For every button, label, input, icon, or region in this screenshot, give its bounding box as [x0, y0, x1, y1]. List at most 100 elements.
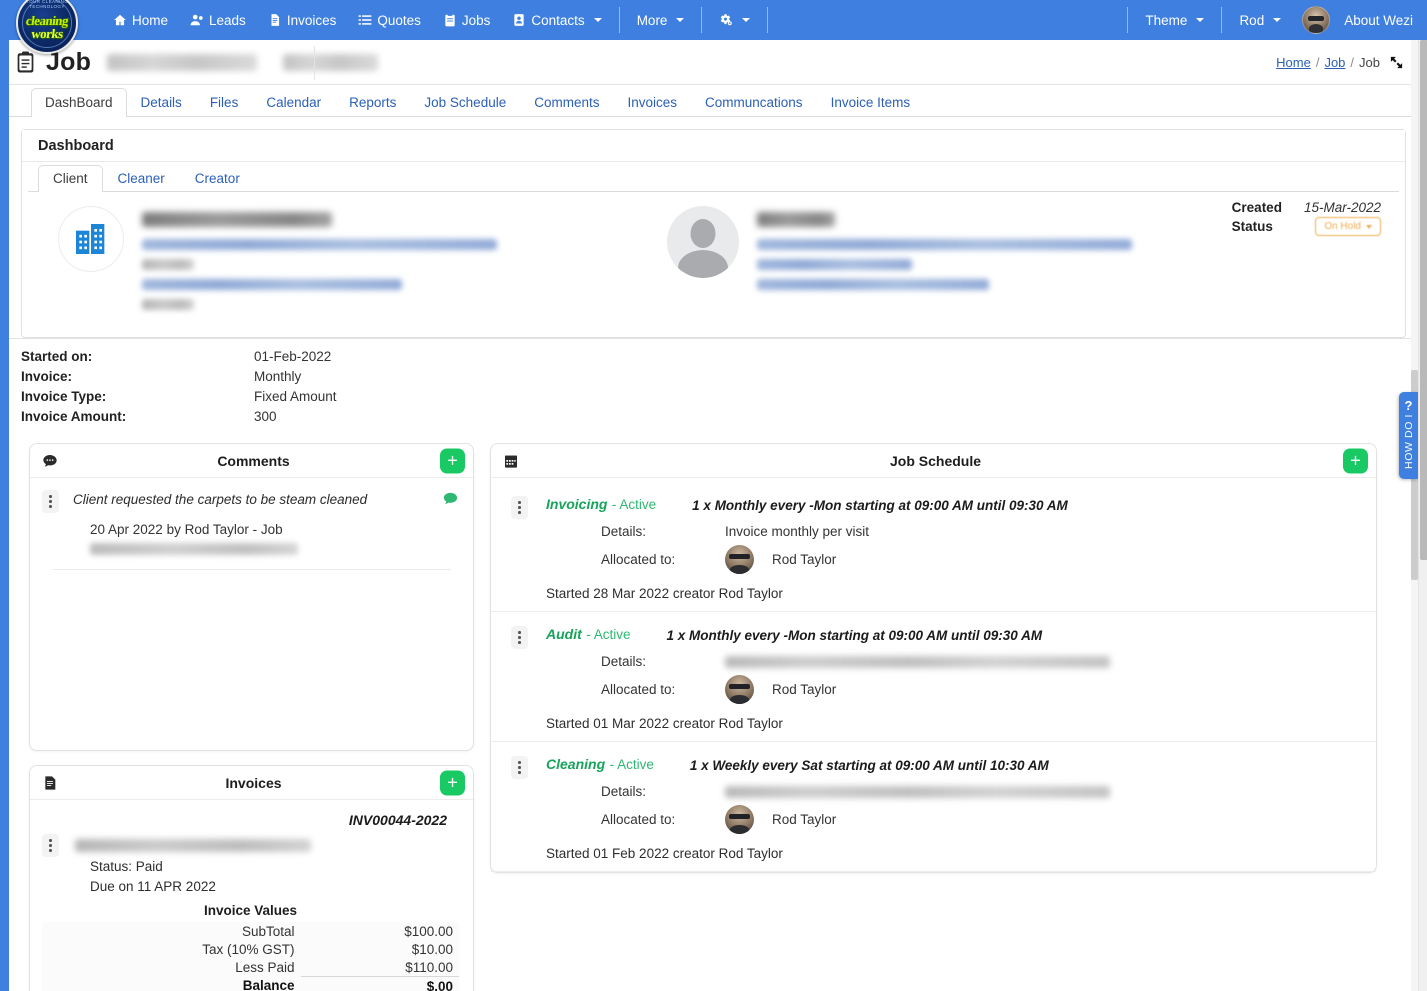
breadcrumb-job[interactable]: Job [1324, 55, 1345, 70]
comment-meta: 20 Apr 2022 by Rod Taylor - Job [90, 522, 283, 537]
schedule-type[interactable]: Cleaning [546, 756, 605, 772]
top-navigation-bar: YOUR CLEANING TECHNOLOGY cleaning works … [0, 0, 1427, 54]
home-icon [113, 13, 127, 27]
allocated-value: Rod Taylor [725, 545, 1356, 574]
schedule-header: Invoicing - Active 1 x Monthly every -Mo… [546, 496, 1356, 514]
theme-label: Theme [1145, 12, 1188, 28]
created-label: Created [1231, 200, 1282, 215]
client-email-redacted [142, 279, 402, 290]
tab-files[interactable]: Files [196, 88, 253, 117]
subtab-creator[interactable]: Creator [180, 165, 255, 192]
schedule-row: Invoicing - Active 1 x Monthly every -Mo… [511, 496, 1356, 601]
tab-invoices[interactable]: Invoices [613, 88, 691, 117]
lower-panels: Comments + Client requested the carpets … [9, 437, 1418, 991]
details-label: Details: [601, 784, 647, 799]
avatar [725, 675, 754, 704]
table-row: Less Paid $110.00 [42, 958, 459, 977]
schedule-state: - Active [611, 497, 657, 512]
status-badge[interactable]: On Hold [1315, 217, 1381, 236]
about-link[interactable]: About Wezi [1340, 13, 1413, 28]
dashboard-panel: Dashboard Client Cleaner Creator Created… [21, 129, 1406, 338]
contact-card-icon [512, 13, 526, 27]
subtab-cleaner[interactable]: Cleaner [103, 165, 180, 192]
comment-bubble-icon [42, 453, 60, 469]
schedule-started: Started 28 Mar 2022 creator Rod Taylor [546, 586, 783, 601]
tab-job-schedule[interactable]: Job Schedule [410, 88, 520, 117]
list-icon [358, 13, 372, 27]
tab-reports[interactable]: Reports [335, 88, 410, 117]
breadcrumb-separator: / [1350, 54, 1355, 70]
invoice-status: Status: Paid [90, 859, 163, 874]
detail-label: Invoice: [21, 369, 73, 384]
page-subtitle-redacted [107, 53, 258, 71]
client-phone-redacted [142, 259, 194, 270]
nav-label: Leads [209, 12, 246, 28]
tab-communications[interactable]: Communcations [691, 88, 817, 117]
nav-item-quotes[interactable]: Quotes [347, 0, 432, 40]
schedule-main: Audit - Active 1 x Monthly every -Mon st… [546, 626, 1356, 731]
add-invoice-button[interactable]: + [440, 770, 465, 795]
dashboard-panel-title: Dashboard [22, 130, 1405, 162]
page-subtitle-redacted-2 [283, 53, 379, 71]
user-menu[interactable]: Rod [1228, 0, 1292, 40]
detail-row: Started on: 01-Feb-2022 [21, 347, 1418, 367]
schedule-actions-menu[interactable] [511, 756, 528, 779]
contact-email-redacted [757, 279, 989, 290]
nav-item-leads[interactable]: Leads [179, 0, 257, 40]
schedule-actions-menu[interactable] [511, 626, 528, 649]
person-avatar [667, 206, 739, 278]
detail-value: Fixed Amount [254, 389, 337, 404]
comment-actions-menu[interactable] [42, 490, 59, 513]
tab-invoice-items[interactable]: Invoice Items [817, 88, 925, 117]
nav-item-settings[interactable] [708, 0, 761, 40]
nav-item-contacts[interactable]: Contacts [501, 0, 612, 40]
nav-label: Jobs [461, 12, 491, 28]
job-schedule-card-header: Job Schedule + [491, 444, 1376, 478]
schedule-type[interactable]: Audit [546, 626, 582, 642]
tab-calendar[interactable]: Calendar [252, 88, 335, 117]
tab-comments[interactable]: Comments [520, 88, 613, 117]
expand-arrows-icon[interactable] [1385, 55, 1404, 70]
schedule-actions-menu[interactable] [511, 496, 528, 519]
building-icon [58, 206, 124, 272]
invoice-balance-label: Balance [242, 978, 295, 991]
entity-summary-row: Created 15-Mar-2022 Status On Hold [22, 192, 1405, 337]
tab-details[interactable]: Details [127, 88, 196, 117]
theme-menu[interactable]: Theme [1134, 0, 1215, 40]
invoices-card-header: Invoices + [30, 766, 473, 800]
schedule-fields: Details: Invoice monthly per visit Alloc… [546, 524, 1356, 574]
inner-scrollbar[interactable] [1411, 40, 1418, 991]
details-value-redacted [725, 655, 1110, 668]
invoice-due-date: Due on 11 APR 2022 [90, 879, 216, 894]
invoice-actions-menu[interactable] [42, 834, 59, 857]
add-schedule-button[interactable]: + [1343, 448, 1368, 473]
logo-word-2: works [30, 26, 64, 41]
page-scrollbar[interactable] [1418, 40, 1427, 991]
allocated-label: Allocated to: [601, 552, 676, 567]
header-divider [314, 46, 315, 80]
nav-item-invoices[interactable]: Invoices [257, 0, 348, 40]
comment-icon[interactable] [442, 490, 459, 512]
schedule-row: Audit - Active 1 x Monthly every -Mon st… [511, 626, 1356, 731]
invoice-values-title: Invoice Values [203, 903, 298, 918]
subtab-client[interactable]: Client [38, 165, 103, 192]
table-row: Tax (10% GST) $10.00 [42, 940, 459, 958]
how-do-i-help-tab[interactable]: ? HOW DO I [1399, 392, 1418, 479]
nav-item-home[interactable]: Home [102, 0, 179, 40]
nav-divider [1127, 7, 1129, 33]
breadcrumb-home[interactable]: Home [1276, 55, 1311, 70]
tab-dashboard[interactable]: DashBoard [31, 88, 127, 117]
add-comment-button[interactable]: + [440, 448, 465, 473]
client-name-redacted [142, 212, 332, 227]
nav-item-jobs[interactable]: Jobs [432, 0, 502, 40]
comment-text: Client requested the carpets to be steam… [73, 492, 368, 507]
schedule-type[interactable]: Invoicing [546, 496, 607, 512]
detail-value: Monthly [254, 369, 302, 384]
avatar[interactable] [1302, 6, 1331, 34]
details-label: Details: [601, 654, 647, 669]
page-scrollbar-thumb[interactable] [1420, 40, 1427, 560]
nav-item-more[interactable]: More [626, 0, 696, 40]
status-label: Status [1231, 219, 1273, 234]
comments-card: Comments + Client requested the carpets … [29, 443, 474, 751]
invoices-title: Invoices [225, 774, 282, 791]
